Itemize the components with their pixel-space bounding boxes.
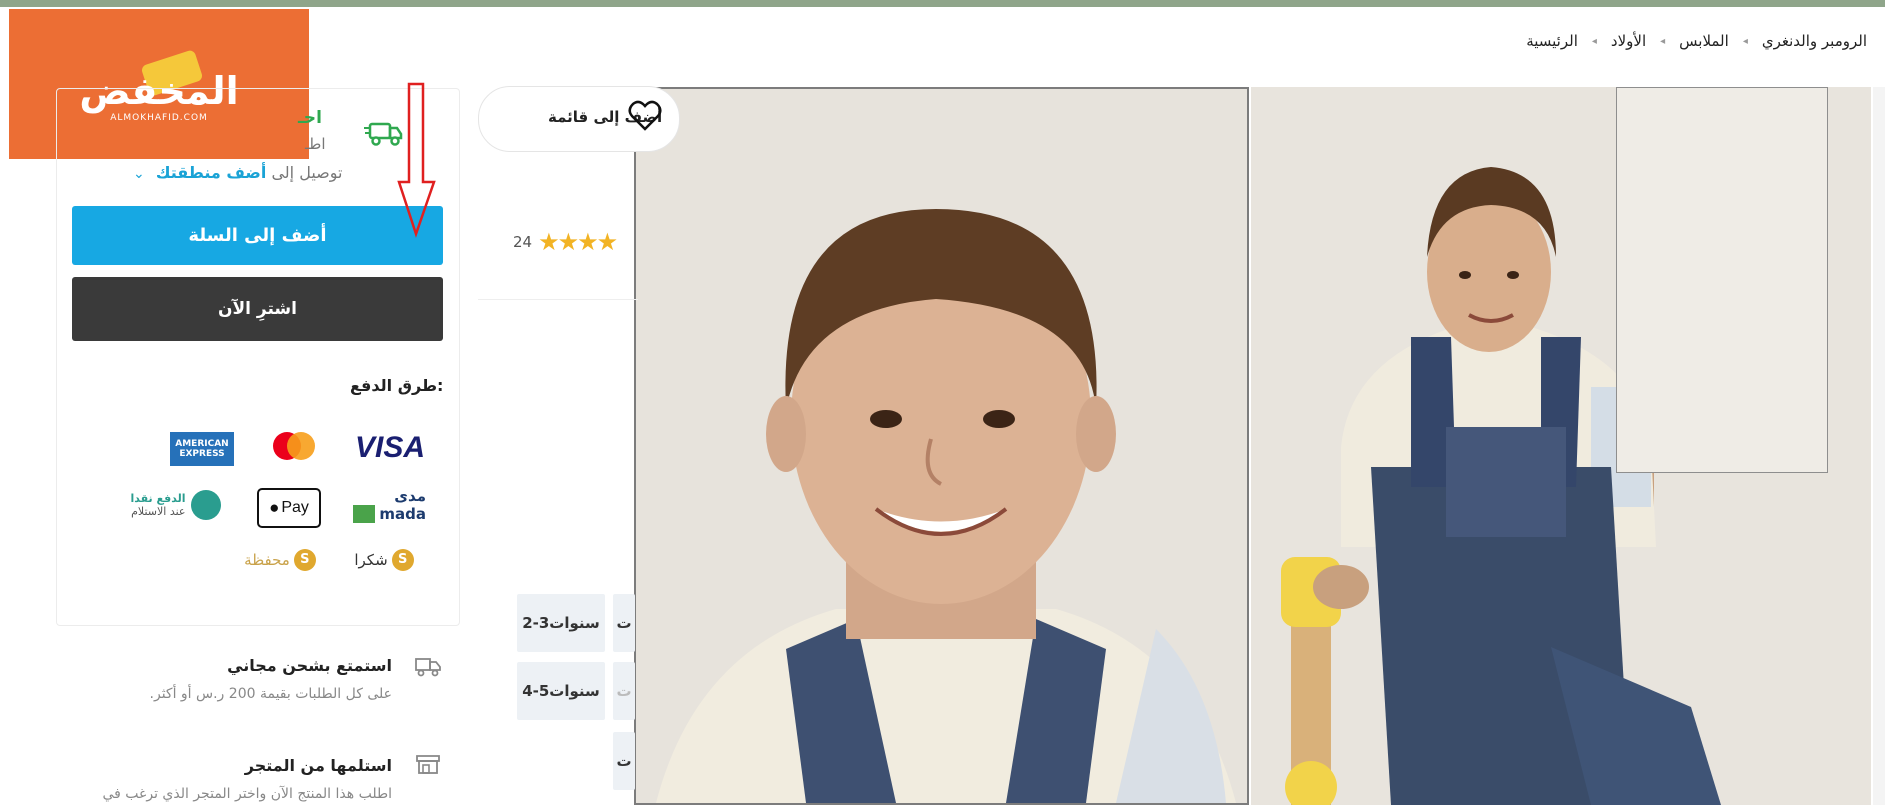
shukra-coin-icon: S	[391, 549, 414, 571]
chevron-down-icon[interactable]: ⌄	[133, 166, 145, 182]
store-pickup-title: استلمها من المتجر	[244, 756, 392, 775]
section-divider	[478, 299, 638, 300]
top-accent-bar	[0, 0, 1885, 7]
rating-count: 24	[513, 233, 533, 251]
breadcrumb-boys[interactable]: الأولاد	[1611, 32, 1646, 50]
size-option-2-3[interactable]: 2-3سنوات	[517, 594, 605, 652]
add-to-cart-button[interactable]: أضف إلى السلة	[72, 206, 443, 265]
shipping-truck-icon	[415, 658, 441, 677]
free-shipping-subtitle: على كل الطلبات بقيمة 200 ر.س أو أكثر.	[149, 686, 392, 702]
add-area-link[interactable]: أضف منطقتك	[156, 163, 267, 182]
wallet-text: محفظة	[244, 551, 290, 569]
mastercard-logo	[268, 430, 320, 472]
breadcrumb-separator-icon: ◂	[1660, 35, 1666, 47]
breadcrumb: الرئيسية ◂ الأولاد ◂ الملابس ◂ الرومبر و…	[1522, 32, 1871, 50]
amex-line2: EXPRESS	[179, 449, 225, 459]
delivery-destination: توصيل إلى أضف منطقتك ⌄	[133, 163, 342, 182]
heart-icon[interactable]	[628, 100, 662, 132]
amex-logo: AMERICAN EXPRESS	[170, 432, 234, 466]
apple-pay-text: Pay	[281, 499, 309, 516]
mada-english: mada	[353, 505, 426, 523]
breadcrumb-separator-icon: ◂	[1742, 35, 1748, 47]
wallet-coin-icon: S	[293, 549, 316, 571]
mada-arabic: مدى	[394, 487, 426, 505]
delivery-to-label: توصيل إلى	[271, 163, 343, 182]
product-image-main[interactable]	[634, 87, 1249, 805]
image-thumbnail-frame[interactable]	[1616, 87, 1828, 473]
size-option-4-5[interactable]: 4-5سنوات	[517, 662, 605, 720]
free-shipping-title: استمتع بشحن مجاني	[227, 656, 392, 675]
red-arrow-annotation	[397, 82, 436, 238]
delivery-heading: احـ	[298, 108, 322, 128]
boy-portrait-illustration	[636, 89, 1247, 803]
visa-logo: VISA	[354, 431, 426, 464]
amex-line1: AMERICAN	[175, 439, 229, 449]
star-rating-icon: ★★★★	[538, 228, 618, 256]
cash-on-delivery-logo: الدفع نقدا عند الاستلام	[128, 487, 224, 523]
buy-now-button[interactable]: اشترِ الآن	[72, 277, 443, 341]
size-option-partial[interactable]: ت	[613, 732, 635, 790]
breadcrumb-clothing[interactable]: الملابس	[1679, 32, 1729, 50]
size-option-partial[interactable]: ت	[613, 594, 635, 652]
mastercard-circles-icon	[273, 432, 315, 460]
breadcrumb-separator-icon: ◂	[1591, 35, 1597, 47]
page-scrollbar[interactable]	[1873, 87, 1885, 805]
breadcrumb-current: الرومبر والدنغري	[1761, 32, 1867, 50]
product-rating[interactable]: 24 ★★★★	[513, 228, 618, 256]
mada-logo: مدى mada	[350, 487, 426, 523]
store-pickup-subtitle: اطلب هذا المنتج الآن واختر المتجر الذي ت…	[102, 786, 392, 802]
apple-pay-logo: ● Pay	[257, 488, 321, 528]
cash-icon	[191, 490, 222, 520]
size-option-partial[interactable]: ت	[613, 662, 635, 720]
payment-methods-title: طرق الدفع:	[350, 376, 444, 395]
apple-icon: ●	[269, 498, 280, 517]
shukra-text: شكرا	[354, 551, 388, 569]
delivery-subtext: اطـ	[305, 135, 326, 153]
cod-line2: عند الاستلام	[131, 505, 186, 518]
cod-line1: الدفع نقدا	[130, 492, 186, 505]
breadcrumb-home[interactable]: الرئيسية	[1526, 32, 1578, 50]
wallet-logo: محفظة S	[241, 546, 319, 574]
shukra-logo: شكرا S	[343, 546, 425, 574]
store-icon	[416, 755, 440, 774]
